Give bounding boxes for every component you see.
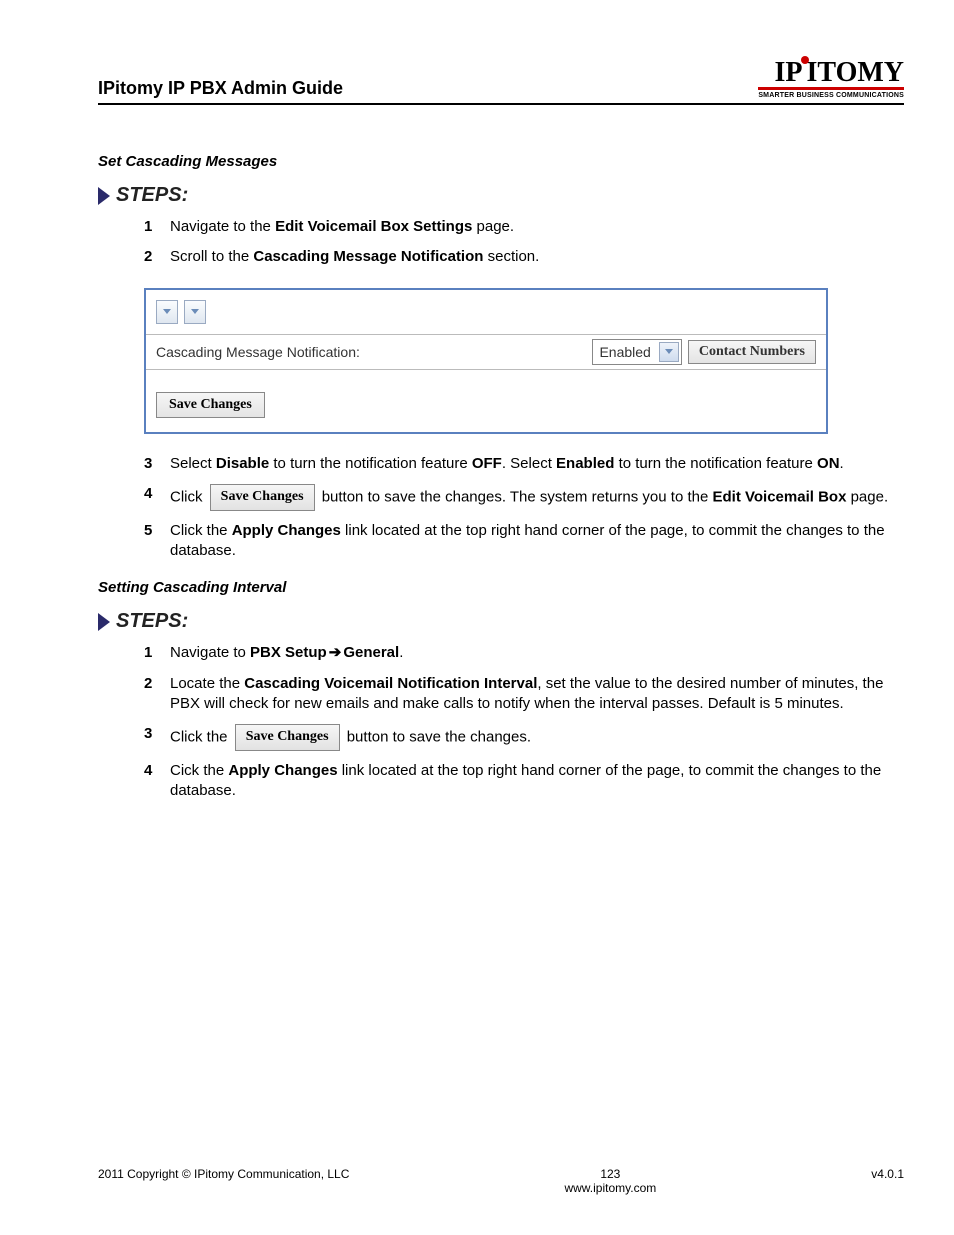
step-number: 2 xyxy=(144,247,170,267)
dropdown-toggle[interactable] xyxy=(156,300,178,324)
step-item: 5 Click the Apply Changes link located a… xyxy=(144,521,904,562)
steps-heading: STEPS: xyxy=(98,184,904,207)
step-item: 3 Click the Save Changes button to save … xyxy=(144,724,904,751)
arrow-right-icon xyxy=(98,187,110,205)
step-item: 3 Select Disable to turn the notificatio… xyxy=(144,454,904,474)
step-item: 2 Scroll to the Cascading Message Notifi… xyxy=(144,247,904,267)
nav-arrow-icon: ➔ xyxy=(329,643,342,663)
footer-copyright: 2011 Copyright © IPitomy Communication, … xyxy=(98,1167,349,1195)
save-changes-button[interactable]: Save Changes xyxy=(210,484,315,511)
logo-dot-icon xyxy=(801,56,809,64)
step-number: 1 xyxy=(144,217,170,237)
step-text: Click the Apply Changes link located at … xyxy=(170,521,904,562)
step-item: 4 Click Save Changes button to save the … xyxy=(144,484,904,511)
step-number: 3 xyxy=(144,454,170,474)
save-changes-button[interactable]: Save Changes xyxy=(156,392,265,418)
step-text: Cick the Apply Changes link located at t… xyxy=(170,761,904,802)
step-item: 1 Navigate to PBX Setup➔General. xyxy=(144,643,904,663)
arrow-right-icon xyxy=(98,613,110,631)
step-number: 4 xyxy=(144,484,170,504)
step-item: 4 Cick the Apply Changes link located at… xyxy=(144,761,904,802)
page-footer: 2011 Copyright © IPitomy Communication, … xyxy=(98,1167,904,1195)
footer-version: v4.0.1 xyxy=(871,1167,904,1195)
section-title: Setting Cascading Interval xyxy=(98,579,904,596)
chevron-down-icon xyxy=(163,309,171,314)
step-text: Click the Save Changes button to save th… xyxy=(170,724,904,751)
save-changes-button[interactable]: Save Changes xyxy=(235,724,340,751)
cascading-label: Cascading Message Notification: xyxy=(156,344,592,360)
page-header: IPitomy IP PBX Admin Guide IPITOMY SMART… xyxy=(98,60,904,105)
footer-page-number: 123 xyxy=(349,1167,871,1181)
step-text: Navigate to the Edit Voicemail Box Setti… xyxy=(170,217,904,237)
chevron-down-icon xyxy=(659,342,679,362)
enabled-dropdown[interactable]: Enabled xyxy=(592,339,681,365)
panel-toolbar xyxy=(146,290,826,335)
step-number: 1 xyxy=(144,643,170,663)
step-text: Navigate to PBX Setup➔General. xyxy=(170,643,904,663)
contact-numbers-button[interactable]: Contact Numbers xyxy=(688,340,816,364)
step-text: Select Disable to turn the notification … xyxy=(170,454,904,474)
header-title: IPitomy IP PBX Admin Guide xyxy=(98,78,343,99)
step-text: Scroll to the Cascading Message Notifica… xyxy=(170,247,904,267)
dropdown-toggle[interactable] xyxy=(184,300,206,324)
cascading-notification-panel: Cascading Message Notification: Enabled … xyxy=(144,288,828,434)
step-number: 3 xyxy=(144,724,170,744)
step-item: 2 Locate the Cascading Voicemail Notific… xyxy=(144,674,904,715)
step-text: Click Save Changes button to save the ch… xyxy=(170,484,904,511)
section-title: Set Cascading Messages xyxy=(98,153,904,170)
step-item: 1 Navigate to the Edit Voicemail Box Set… xyxy=(144,217,904,237)
logo-tagline: SMARTER BUSINESS COMMUNICATIONS xyxy=(758,92,904,99)
brand-logo: IPITOMY SMARTER BUSINESS COMMUNICATIONS xyxy=(758,60,904,99)
step-text: Locate the Cascading Voicemail Notificat… xyxy=(170,674,904,715)
steps-heading: STEPS: xyxy=(98,610,904,633)
step-number: 5 xyxy=(144,521,170,541)
step-number: 2 xyxy=(144,674,170,694)
step-number: 4 xyxy=(144,761,170,781)
chevron-down-icon xyxy=(191,309,199,314)
footer-url: www.ipitomy.com xyxy=(349,1181,871,1195)
